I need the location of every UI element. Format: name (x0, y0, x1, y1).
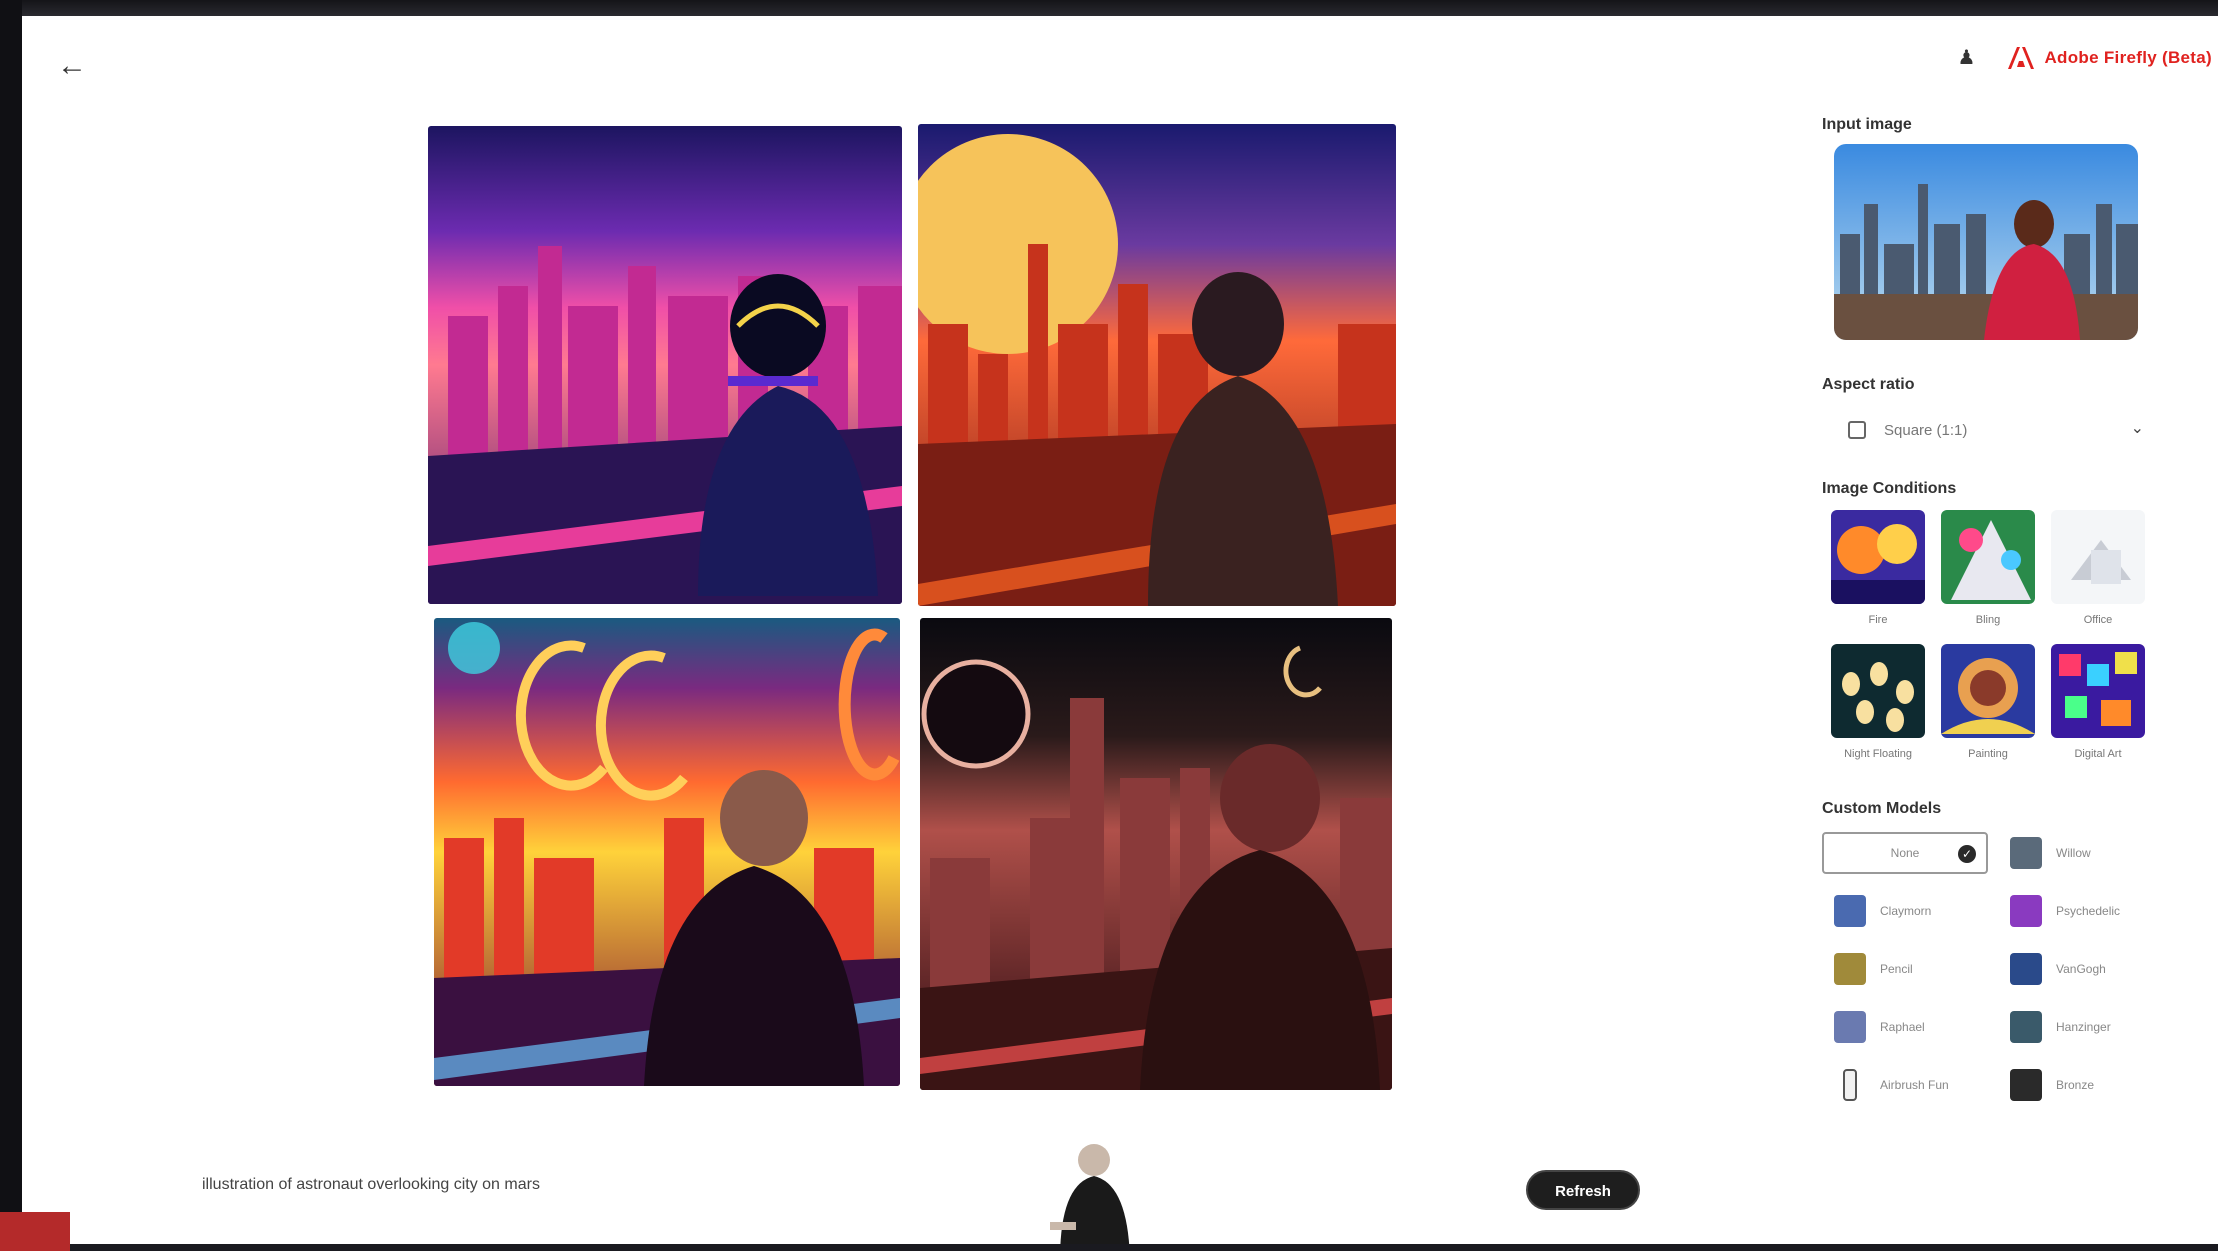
model-thumb (1834, 895, 1866, 927)
condition-night-floating[interactable]: Night Floating (1830, 644, 1926, 760)
model-willow[interactable]: Willow (1998, 832, 2164, 874)
condition-fire[interactable]: Fire (1830, 510, 1926, 626)
condition-thumb (1941, 510, 2035, 604)
projector-bottom-edge (0, 1244, 2218, 1251)
aspect-ratio-value: Square (1:1) (1884, 421, 1968, 439)
prompt-text[interactable]: illustration of astronaut overlooking ci… (202, 1176, 540, 1194)
model-pencil[interactable]: Pencil (1822, 948, 1988, 990)
settings-panel: Input image Aspect ratio Square (1:1) ⌄ … (1822, 116, 2192, 1106)
projector-top-edge (0, 0, 2218, 16)
model-thumb (1843, 1069, 1857, 1101)
aspect-ratio-dropdown[interactable]: Square (1:1) ⌄ (1822, 404, 2148, 456)
generated-image-2[interactable] (918, 124, 1396, 606)
stage-corner (0, 1212, 70, 1251)
refresh-button[interactable]: Refresh (1526, 1170, 1640, 1210)
condition-label: Digital Art (2074, 748, 2122, 760)
model-label: None (1890, 846, 1920, 860)
app-window: ← ♟ Adobe Firefly (Beta) illustration of… (22, 16, 2218, 1248)
model-label: Raphael (1880, 1020, 1925, 1034)
condition-label: Office (2083, 614, 2113, 626)
projector-left-edge (0, 0, 22, 1251)
generated-image-4[interactable] (920, 618, 1392, 1090)
custom-models-label: Custom Models (1822, 800, 1942, 817)
model-hanzinger[interactable]: Hanzinger (1998, 1006, 2164, 1048)
back-button[interactable]: ← (52, 46, 92, 86)
generated-image-grid (428, 124, 1418, 1116)
presenter-silhouette (1040, 1138, 1150, 1248)
model-label: Pencil (1880, 962, 1913, 976)
model-vangogh[interactable]: VanGogh (1998, 948, 2164, 990)
condition-thumb (1831, 644, 1925, 738)
model-thumb (2010, 953, 2042, 985)
header-brand: ♟ Adobe Firefly (Beta) (1952, 38, 2212, 78)
checkmark-icon: ✓ (1958, 845, 1976, 863)
condition-label: Night Floating (1844, 748, 1912, 760)
model-thumb (2010, 837, 2042, 869)
model-psychedelic[interactable]: Psychedelic (1998, 890, 2164, 932)
model-thumb (1834, 1011, 1866, 1043)
model-thumb (2010, 1011, 2042, 1043)
condition-thumb (2051, 644, 2145, 738)
model-label: Bronze (2056, 1078, 2095, 1092)
arrow-left-icon: ← (57, 49, 87, 82)
condition-label: Painting (1968, 748, 2008, 760)
input-image-thumbnail[interactable] (1834, 144, 2138, 340)
chevron-down-icon: ⌄ (2130, 420, 2144, 437)
model-label: Willow (2056, 846, 2091, 860)
aspect-ratio-label: Aspect ratio (1822, 376, 1915, 393)
condition-thumb (1831, 510, 1925, 604)
generated-image-3[interactable] (434, 618, 900, 1086)
adobe-logo-icon (2008, 45, 2035, 71)
condition-office[interactable]: Office (2050, 510, 2146, 626)
brand-name[interactable]: Adobe Firefly (Beta) (2044, 48, 2212, 68)
condition-label: Bling (1975, 614, 2001, 626)
model-raphael[interactable]: Raphael (1822, 1006, 1988, 1048)
model-airbrush-fun[interactable]: Airbrush Fun (1822, 1064, 1988, 1106)
model-label: Hanzinger (2056, 1020, 2111, 1034)
condition-label: Fire (1868, 614, 1888, 626)
custom-models-list: None ✓ Willow Claymorn Psychedelic Penci… (1822, 832, 2192, 1106)
model-none[interactable]: None ✓ (1822, 832, 1988, 874)
square-ratio-icon (1848, 421, 1866, 439)
model-label: Psychedelic (2056, 904, 2121, 918)
condition-thumb (2051, 510, 2145, 604)
input-image-label: Input image (1822, 116, 1912, 133)
condition-bling[interactable]: Bling (1940, 510, 2036, 626)
model-label: VanGogh (2056, 962, 2106, 976)
condition-thumb (1941, 644, 2035, 738)
model-bronze[interactable]: Bronze (1998, 1064, 2164, 1106)
condition-digital-art[interactable]: Digital Art (2050, 644, 2146, 760)
person-icon[interactable]: ♟ (1952, 44, 1980, 72)
image-conditions-label: Image Conditions (1822, 480, 1957, 497)
model-thumb (2010, 1069, 2042, 1101)
model-label: Airbrush Fun (1880, 1078, 1949, 1092)
condition-painting[interactable]: Painting (1940, 644, 2036, 760)
model-thumb (2010, 895, 2042, 927)
model-label: Claymorn (1880, 904, 1932, 918)
model-claymorn[interactable]: Claymorn (1822, 890, 1988, 932)
generated-image-1[interactable] (428, 126, 902, 604)
model-thumb (1834, 953, 1866, 985)
image-conditions-grid: Fire Bling Office Night Floating Paintin… (1830, 510, 2192, 760)
